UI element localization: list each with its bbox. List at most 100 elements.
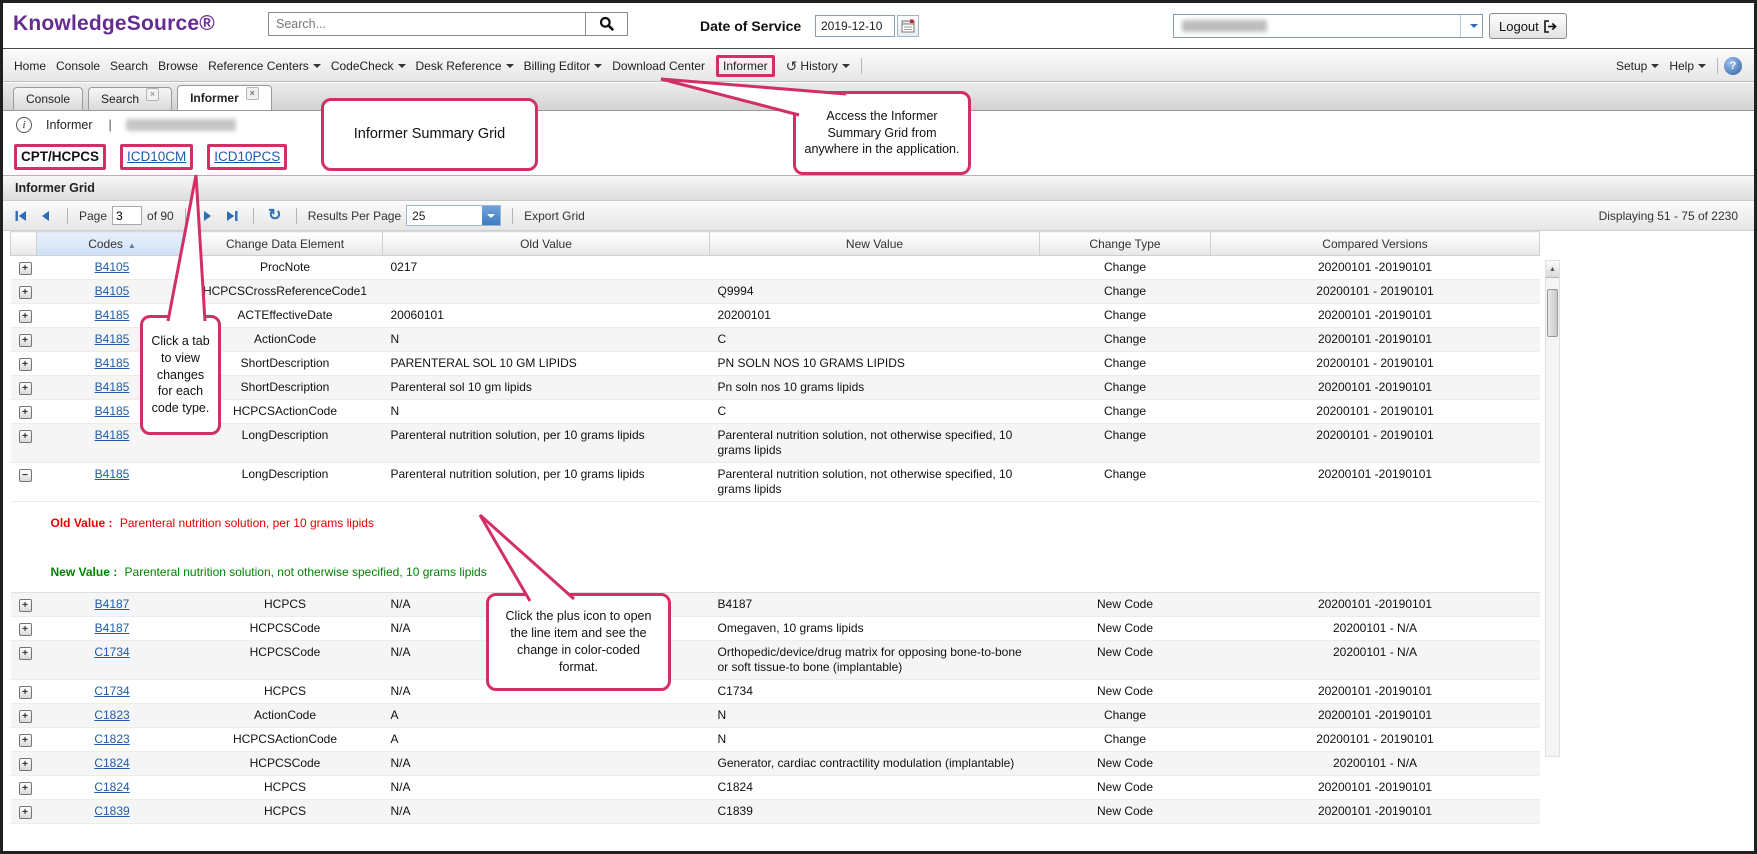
chevron-down-icon <box>1698 64 1706 68</box>
callout-text: Click the plus icon to open the line ite… <box>497 608 660 676</box>
code-link[interactable]: B4187 <box>95 597 130 611</box>
nav-item-help[interactable]: Help <box>1664 56 1711 76</box>
cell-change-data-element: HCPCSCode <box>188 752 383 776</box>
code-link[interactable]: B4185 <box>95 356 130 370</box>
code-link[interactable]: C1823 <box>94 708 129 722</box>
column-header-compared-versions[interactable]: Compared Versions <box>1211 232 1540 256</box>
last-page-button[interactable] <box>222 206 242 226</box>
callout-text: Access the Informer Summary Grid from an… <box>804 108 960 159</box>
code-link[interactable]: B4185 <box>95 428 130 442</box>
column-header-old-value[interactable]: Old Value <box>383 232 710 256</box>
nav-item-reference-centers[interactable]: Reference Centers <box>203 56 326 76</box>
results-per-page-select[interactable]: 25 <box>406 205 501 226</box>
cell-change-type: Change <box>1040 376 1211 400</box>
breadcrumb-label: Informer <box>46 118 93 132</box>
callout-click-plus: Click the plus icon to open the line ite… <box>486 593 671 691</box>
code-link[interactable]: B4185 <box>95 308 130 322</box>
nav-item-download-center[interactable]: Download Center <box>607 56 710 76</box>
code-link[interactable]: B4187 <box>95 621 130 635</box>
code-link[interactable]: B4185 <box>95 404 130 418</box>
page-number-input[interactable] <box>112 206 142 225</box>
scrollbar-thumb[interactable] <box>1547 289 1558 337</box>
date-of-service-input[interactable] <box>815 15 895 37</box>
column-header-change-type[interactable]: Change Type <box>1040 232 1211 256</box>
code-link[interactable]: C1824 <box>94 780 129 794</box>
code-link[interactable]: C1734 <box>94 645 129 659</box>
export-grid-button[interactable]: Export Grid <box>524 209 585 223</box>
expand-icon[interactable]: + <box>19 782 32 795</box>
tab-console[interactable]: Console <box>13 87 83 110</box>
search-input[interactable] <box>268 12 586 36</box>
code-link[interactable]: B4185 <box>95 332 130 346</box>
cell-new-value: C <box>710 328 1040 352</box>
expand-icon[interactable]: + <box>19 406 32 419</box>
code-link[interactable]: C1734 <box>94 684 129 698</box>
collapse-icon[interactable]: − <box>19 469 32 482</box>
vertical-scrollbar[interactable]: ▲ <box>1545 260 1560 757</box>
code-link[interactable]: B4105 <box>95 260 130 274</box>
next-page-button[interactable] <box>197 206 217 226</box>
chevron-down-icon <box>313 64 321 68</box>
table-row: +C1823HCPCSActionCodeANChange20200101 - … <box>11 728 1540 752</box>
scroll-up-icon[interactable]: ▲ <box>1546 261 1559 278</box>
nav-item-history[interactable]: ↺History <box>781 56 855 76</box>
nav-item-label: Home <box>14 59 46 73</box>
table-row: +B4185LongDescriptionParenteral nutritio… <box>11 424 1540 463</box>
column-header-change-data-element[interactable]: Change Data Element <box>188 232 383 256</box>
code-link[interactable]: C1823 <box>94 732 129 746</box>
close-icon[interactable]: × <box>246 87 259 100</box>
cell-change-type: Change <box>1040 328 1211 352</box>
expand-icon[interactable]: + <box>19 758 32 771</box>
expand-icon[interactable]: + <box>19 806 32 819</box>
nav-item-setup[interactable]: Setup <box>1611 56 1664 76</box>
code-tab-icd10cm[interactable]: ICD10CM <box>127 149 186 164</box>
close-icon[interactable]: × <box>146 88 159 101</box>
tab-informer[interactable]: Informer× <box>177 85 272 110</box>
code-link[interactable]: B4185 <box>95 467 130 481</box>
expand-icon[interactable]: + <box>19 647 32 660</box>
calendar-icon <box>901 19 915 33</box>
expand-icon[interactable]: + <box>19 686 32 699</box>
user-dropdown[interactable] <box>1173 14 1483 38</box>
code-tab-icd10pcs[interactable]: ICD10PCS <box>214 149 280 164</box>
nav-item-codecheck[interactable]: CodeCheck <box>326 56 411 76</box>
code-link[interactable]: B4185 <box>95 380 130 394</box>
expand-icon[interactable]: + <box>19 623 32 636</box>
expand-icon[interactable]: + <box>19 382 32 395</box>
expand-icon[interactable]: + <box>19 286 32 299</box>
table-row: +B4187HCPCSCodeN/AOmegaven, 10 grams lip… <box>11 617 1540 641</box>
prev-page-button[interactable] <box>36 206 56 226</box>
expand-icon[interactable]: + <box>19 430 32 443</box>
code-link[interactable]: C1839 <box>94 804 129 818</box>
expand-icon[interactable]: + <box>19 358 32 371</box>
nav-item-desk-reference[interactable]: Desk Reference <box>411 56 519 76</box>
column-header-new-value[interactable]: New Value <box>710 232 1040 256</box>
nav-item-browse[interactable]: Browse <box>153 56 203 76</box>
cell-change-type: Change <box>1040 280 1211 304</box>
cell-change-type: New Code <box>1040 752 1211 776</box>
expand-icon[interactable]: + <box>19 710 32 723</box>
expand-icon[interactable]: + <box>19 599 32 612</box>
tab-search[interactable]: Search× <box>88 87 172 110</box>
nav-item-search[interactable]: Search <box>105 56 153 76</box>
search-button[interactable] <box>586 12 628 36</box>
first-page-button[interactable] <box>11 206 31 226</box>
logout-button[interactable]: Logout <box>1489 13 1567 39</box>
expand-icon[interactable]: + <box>19 734 32 747</box>
nav-item-console[interactable]: Console <box>51 56 105 76</box>
column-header-codes[interactable]: Codes▲ <box>37 232 188 256</box>
calendar-button[interactable] <box>897 15 919 37</box>
code-link[interactable]: C1824 <box>94 756 129 770</box>
expand-icon[interactable]: + <box>19 334 32 347</box>
help-icon[interactable]: ? <box>1724 57 1742 75</box>
code-tab-cpt-hcpcs[interactable]: CPT/HCPCS <box>21 149 99 164</box>
nav-item-billing-editor[interactable]: Billing Editor <box>519 56 608 76</box>
nav-item-home[interactable]: Home <box>9 56 51 76</box>
expand-icon[interactable]: + <box>19 262 32 275</box>
nav-item-informer[interactable]: Informer <box>710 55 781 77</box>
sort-asc-icon: ▲ <box>128 241 136 250</box>
expand-icon[interactable]: + <box>19 310 32 323</box>
expander-cell: + <box>11 304 37 328</box>
code-link[interactable]: B4105 <box>95 284 130 298</box>
refresh-button[interactable]: ↻ <box>265 206 285 226</box>
